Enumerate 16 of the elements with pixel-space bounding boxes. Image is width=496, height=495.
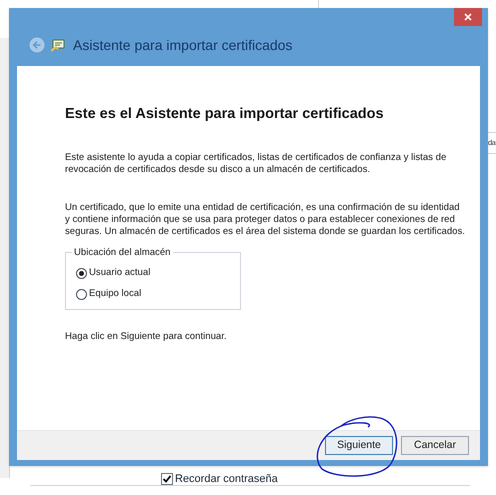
wizard-heading: Este es el Asistente para importar certificados (65, 105, 385, 124)
checkbox[interactable] (161, 473, 173, 486)
radio-label: Equipo local (89, 287, 142, 302)
hint-text: Haga clic en Siguiente para continuar. (65, 330, 228, 344)
radio-button[interactable] (76, 288, 87, 300)
close-button[interactable] (454, 8, 482, 26)
checkbox-label: Recordar contraseña (175, 472, 278, 487)
next-button[interactable]: Siguiente (325, 436, 393, 455)
description-text: Un certificado, que lo emite una entidad de certificación, es una confirmación de su identidad y contiene información que se usa para proteger datos o para establecer conexiones de red seguras. Un almacén de certificados es el área del sistema donde se guardan los certificados. (65, 202, 465, 238)
certificate-icon (51, 38, 65, 52)
cancel-button[interactable]: Cancelar (401, 436, 469, 455)
description-text: Este asistente lo ayuda a copiar certificados, listas de certificados de confianza y listas de revocación de certificados desde su disco a un almacén de certificados. (65, 152, 448, 176)
close-icon (464, 13, 472, 21)
window-title: Asistente para importar certificados (73, 36, 292, 55)
radio-button[interactable] (76, 268, 87, 279)
radio-label: Usuario actual (89, 266, 150, 280)
